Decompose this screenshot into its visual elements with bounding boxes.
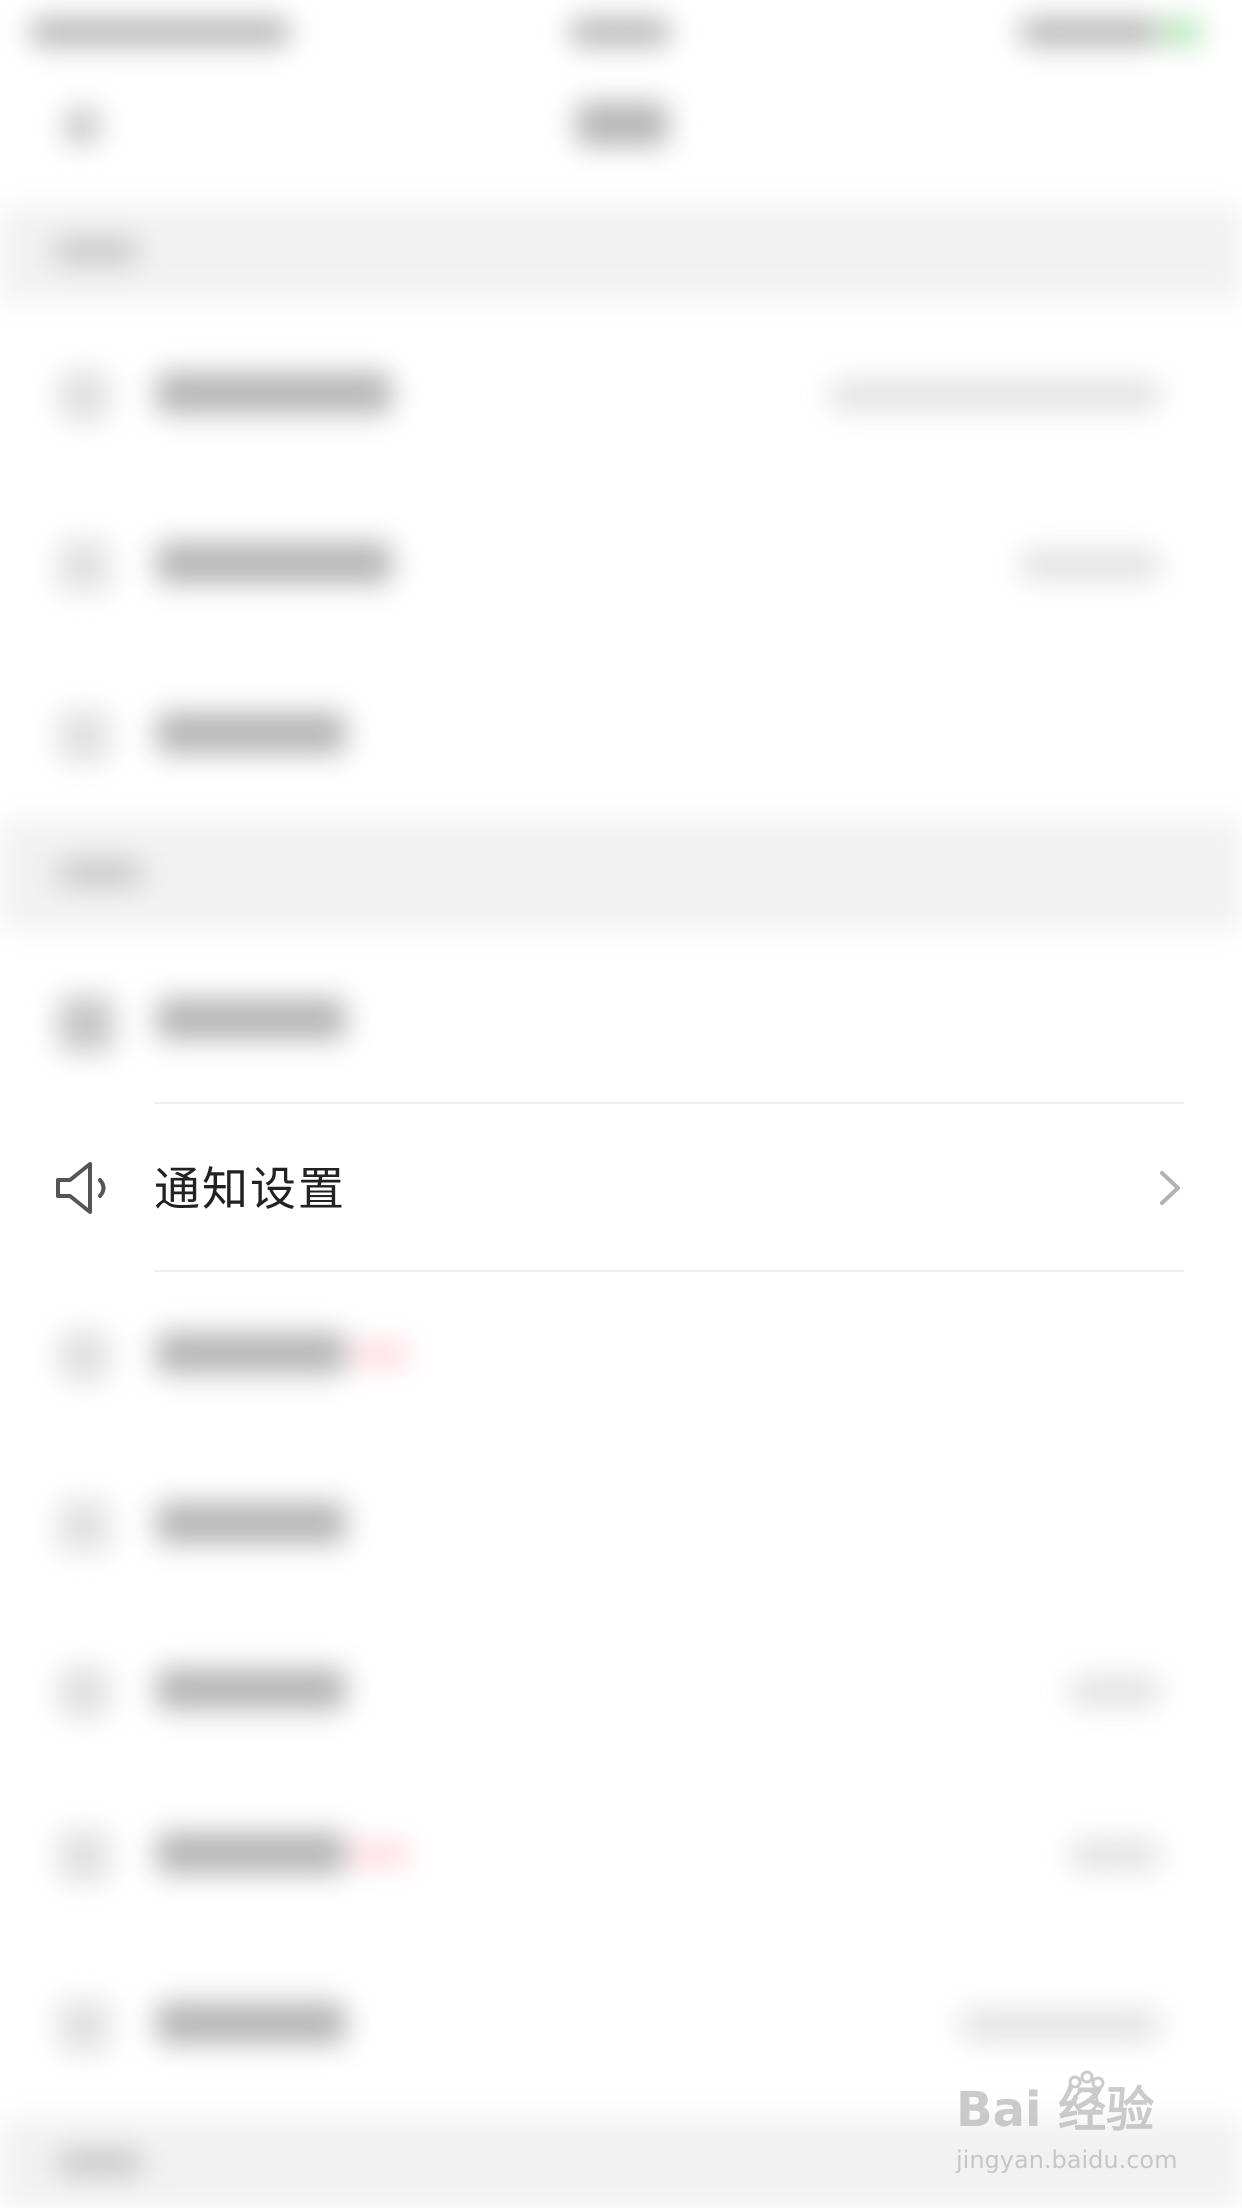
baidu-watermark: Bai 经验 jingyan.baidu.com (956, 2070, 1186, 2180)
blurred-row-icon-6 (58, 1330, 110, 1382)
notification-settings-label: 通知设置 (154, 1162, 346, 1216)
blurred-back-button[interactable] (64, 108, 100, 144)
blurred-section-header-2 (0, 820, 1242, 930)
blurred-section-header-1 (0, 206, 1242, 302)
blurred-new-badge-1 (350, 1342, 410, 1366)
blurred-status-left (30, 18, 290, 46)
speaker-icon (56, 1162, 106, 1214)
blurred-row-value-2 (1020, 550, 1160, 580)
blurred-row-icon-10 (58, 2000, 110, 2052)
blurred-page-title (576, 102, 668, 146)
chevron-right-icon (1160, 1171, 1180, 1205)
row-divider-top (154, 1102, 1184, 1104)
blurred-new-badge-2 (350, 1842, 410, 1866)
blurred-section-title-1 (54, 238, 138, 264)
blurred-row-icon-7 (58, 1500, 110, 1552)
blurred-row-value-9 (1070, 1840, 1160, 1870)
blurred-row-label-6 (156, 1332, 346, 1374)
blurred-row-icon-1 (58, 370, 110, 422)
blurred-status-center (570, 18, 670, 46)
blurred-row-label-8 (156, 1668, 346, 1710)
watermark-url: jingyan.baidu.com (956, 2146, 1178, 2174)
blurred-section-title-3 (58, 2150, 142, 2176)
row-divider-bottom (154, 1270, 1184, 1272)
blurred-row-label-3 (156, 712, 346, 754)
blurred-row-icon-3 (58, 710, 110, 762)
blurred-row-icon-9 (58, 1830, 110, 1882)
blurred-row-label-7 (156, 1502, 346, 1544)
blurred-row-label-2 (156, 542, 392, 584)
blurred-row-label-4 (156, 998, 346, 1040)
blurred-status-right (1020, 18, 1160, 46)
blurred-row-value-10 (960, 2010, 1160, 2040)
blurred-settings-list (0, 0, 1242, 2208)
blurred-battery-indicator (1162, 18, 1202, 46)
blurred-row-value-1 (830, 380, 1160, 410)
blurred-row-label-1 (156, 372, 392, 414)
blurred-row-label-10 (156, 2002, 346, 2044)
blurred-row-icon-2 (58, 540, 110, 592)
blurred-section-title-2 (58, 860, 142, 886)
blurred-row-icon-8 (58, 1666, 110, 1718)
blurred-row-label-9 (156, 1832, 346, 1874)
blurred-row-icon-4 (58, 996, 114, 1052)
paw-logo-icon (1068, 2070, 1105, 2114)
watermark-logo: Bai 经验 (956, 2082, 1155, 2138)
blurred-row-value-8 (1070, 1676, 1160, 1706)
